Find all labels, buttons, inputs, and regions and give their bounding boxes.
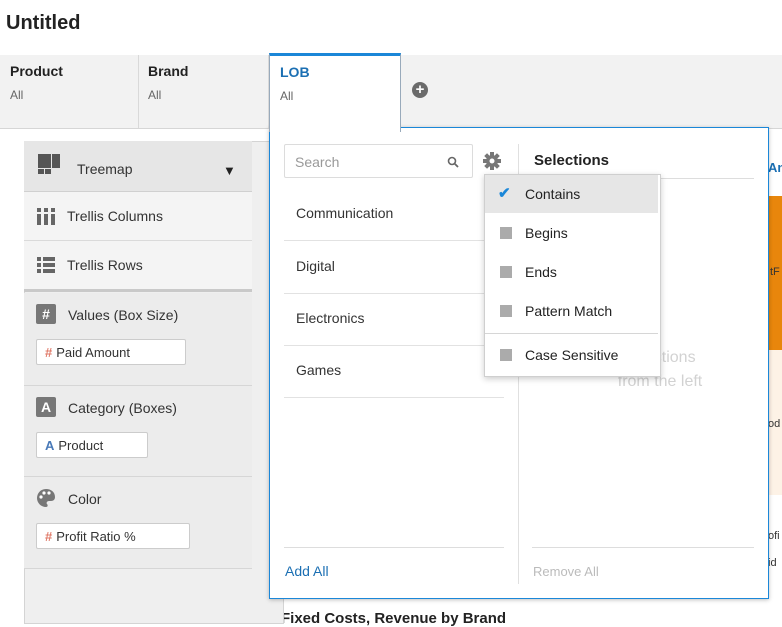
- filter-brand[interactable]: Brand All: [138, 55, 269, 128]
- pill-label: Product: [58, 438, 104, 453]
- color-section: Color # Profit Ratio %: [24, 477, 252, 569]
- filter-label: LOB: [280, 64, 310, 80]
- search-placeholder: Search: [295, 154, 340, 170]
- svg-text:#: #: [42, 306, 50, 322]
- menu-item-label: Ends: [525, 264, 557, 280]
- page-title: Untitled: [6, 12, 81, 34]
- background-text: id: [768, 557, 777, 569]
- list-footer-divider: [284, 547, 504, 548]
- unchecked-box-icon: [500, 227, 512, 239]
- list-item[interactable]: Games: [284, 345, 504, 398]
- list-item[interactable]: Digital: [284, 241, 504, 294]
- palette-icon: [37, 489, 55, 507]
- background-text: od: [768, 418, 781, 430]
- menu-item-label: Begins: [525, 225, 568, 241]
- text-attribute-icon: A: [45, 438, 55, 453]
- menu-item-label: Pattern Match: [525, 303, 613, 319]
- menu-item-label: Contains: [525, 186, 581, 202]
- field-pill[interactable]: A Product: [36, 432, 148, 458]
- background-text: An: [768, 160, 782, 175]
- list-item[interactable]: Electronics: [284, 293, 504, 346]
- values-section: # Values (Box Size) # Paid Amount: [24, 293, 252, 386]
- search-icon: [447, 156, 459, 168]
- chevron-down-icon[interactable]: ▼: [223, 163, 236, 178]
- trellis-columns-row[interactable]: Trellis Columns: [24, 192, 252, 241]
- filter-value: All: [148, 88, 162, 102]
- menu-divider: [485, 333, 658, 334]
- filter-value: All: [280, 89, 294, 103]
- background-text: tF: [770, 266, 780, 278]
- background-text: ofi: [768, 530, 780, 542]
- check-icon: ✔: [498, 185, 511, 202]
- pill-label: Profit Ratio %: [56, 529, 136, 544]
- hash-icon: #: [45, 345, 53, 360]
- filter-value: All: [10, 88, 24, 102]
- list-item[interactable]: Communication: [284, 188, 504, 241]
- filter-bar: Product All Brand All LOB All: [0, 53, 782, 132]
- svg-text:A: A: [41, 399, 51, 415]
- menu-item-pattern-match[interactable]: Pattern Match: [485, 292, 658, 330]
- filter-label: Product: [10, 63, 63, 79]
- field-pill[interactable]: # Paid Amount: [36, 339, 186, 365]
- trellis-columns-icon: [37, 208, 55, 225]
- chart-title: Fixed Costs, Revenue by Brand: [281, 610, 507, 627]
- field-pill[interactable]: # Profit Ratio %: [36, 523, 190, 549]
- search-input[interactable]: Search: [284, 144, 473, 178]
- text-attribute-icon: A: [36, 397, 56, 417]
- filter-lob[interactable]: LOB All: [269, 53, 401, 132]
- menu-item-ends[interactable]: Ends: [485, 253, 658, 291]
- list-item-label: Electronics: [296, 310, 365, 326]
- gear-icon[interactable]: [480, 150, 504, 172]
- list-item-label: Games: [296, 362, 342, 378]
- section-header: Values (Box Size): [68, 307, 179, 323]
- add-all-link[interactable]: Add All: [285, 563, 329, 579]
- unchecked-box-icon: [500, 349, 512, 361]
- menu-item-label: Case Sensitive: [525, 347, 619, 363]
- viz-type-label: Treemap: [77, 161, 133, 177]
- hash-icon: #: [45, 529, 53, 544]
- unchecked-box-icon: [500, 266, 512, 278]
- category-section: A Category (Boxes) A Product: [24, 386, 252, 477]
- treemap-icon: [38, 154, 60, 174]
- list-item-label: Communication: [296, 205, 394, 221]
- menu-item-contains[interactable]: ✔ Contains: [485, 175, 658, 213]
- trellis-rows-row[interactable]: Trellis Rows: [24, 241, 252, 290]
- trellis-label: Trellis Rows: [67, 257, 143, 273]
- panel-divider: [24, 289, 252, 292]
- plus-circle-icon[interactable]: +: [412, 82, 428, 98]
- pill-label: Paid Amount: [56, 345, 130, 360]
- section-header: Color: [68, 491, 102, 507]
- filter-label: Brand: [148, 63, 189, 79]
- selections-footer-divider: [532, 547, 754, 548]
- trellis-rows-icon: [37, 257, 55, 273]
- menu-item-begins[interactable]: Begins: [485, 214, 658, 252]
- remove-all-link[interactable]: Remove All: [533, 564, 599, 579]
- filter-product[interactable]: Product All: [0, 55, 139, 128]
- hash-icon: #: [36, 304, 56, 324]
- list-item-label: Digital: [296, 258, 335, 274]
- selections-title: Selections: [534, 152, 610, 169]
- section-header: Category (Boxes): [68, 400, 177, 416]
- menu-item-case-sensitive[interactable]: Case Sensitive: [485, 336, 658, 374]
- unchecked-box-icon: [500, 305, 512, 317]
- trellis-label: Trellis Columns: [67, 208, 163, 224]
